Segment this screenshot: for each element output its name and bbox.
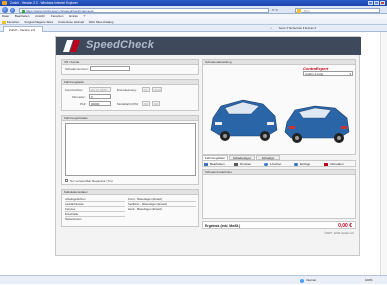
- modelljahr-input-2[interactable]: NA: [152, 101, 160, 106]
- home-icon[interactable]: ⌂: [270, 26, 272, 30]
- kilometer-input[interactable]: 0: [89, 94, 111, 99]
- erstzulassung-year-input[interactable]: 2010: [152, 87, 162, 92]
- tab-label: Zurich - Version 2.0: [9, 28, 36, 32]
- chevron-down-icon: ▾: [349, 72, 351, 76]
- kalk-row: Nebenkosten: [65, 217, 82, 221]
- address-bar[interactable]: https://www.zurichexpert.ch/speedcheck/m…: [19, 7, 269, 13]
- panel-schaden: Fahrzeugschaden Nur verwendbar Reparatur…: [61, 115, 199, 185]
- status-bar: Internet 100%: [0, 275, 387, 284]
- panel-kunde: VN / Kunde Schadennummer:: [61, 59, 199, 75]
- tab-bar: Zurich - Version 2.0 ⌂ Seite ▾ Sicherhei…: [0, 25, 387, 32]
- bing-icon: [297, 9, 301, 13]
- plz-label: PLZ:: [80, 102, 87, 106]
- erstzulassung-month-input[interactable]: 01: [142, 87, 150, 92]
- panel-zusatz: Schadenzusatzinfos: [202, 169, 356, 219]
- bearbeiten-button[interactable]: Bearbeiten: [203, 161, 233, 167]
- drucken-button[interactable]: Drucken: [233, 161, 261, 167]
- einfuege-button[interactable]: Einfüge: [293, 161, 321, 167]
- plz-input[interactable]: 00000: [89, 101, 111, 106]
- navigation-bar: https://www.zurichexpert.ch/speedcheck/m…: [0, 6, 387, 14]
- reparatur-checkbox[interactable]: [65, 179, 68, 182]
- back-button[interactable]: [2, 7, 8, 13]
- speedcheck-page: SpeedCheck VN / Kunde Schadennummer: Fah…: [55, 36, 361, 256]
- einfuege-label: Einfüge: [300, 162, 311, 166]
- maximize-button[interactable]: [374, 1, 379, 5]
- search-placeholder: Bing: [304, 8, 311, 13]
- window-title: Zurich - Version 2.0 - Windows Internet …: [10, 1, 78, 5]
- globe-icon: [300, 278, 304, 283]
- panel-title-zusatz: Schadenzusatzinfos: [203, 170, 355, 175]
- panel-title-schaden: Fahrzeugschaden: [62, 116, 198, 121]
- printer-icon: [234, 162, 238, 166]
- panel-title-kalkulation: Kalkulationsdaten: [62, 190, 198, 195]
- modelljahr-label: Modelljahr(VIN):: [117, 102, 139, 106]
- panel-title-fahrzeug: Fahrzeugdaten: [62, 80, 198, 85]
- favorites-button[interactable]: Favoriten: [7, 20, 20, 24]
- kilometer-label: Kilometer:: [72, 95, 86, 99]
- paste-icon: [294, 162, 298, 166]
- kennzeichen-label: Kennzeichen:: [65, 88, 84, 92]
- abmelden-button[interactable]: Abmelden: [323, 161, 357, 167]
- refresh-stop-buttons[interactable]: ↻ ✕: [272, 8, 292, 13]
- loeschen-label: Löschen: [270, 162, 282, 166]
- abmelden-label: Abmelden: [330, 162, 344, 166]
- menu-item-help[interactable]: ?: [84, 14, 86, 18]
- reparatur-checkbox-label: Nur verwendbar Reparatur (Tm): [70, 179, 113, 183]
- favorite-link-2[interactable]: Kostenlose Hotmail: [58, 20, 84, 24]
- kennzeichen-input[interactable]: ZH 12 3456: [89, 87, 111, 92]
- kalk-left-table: Arbeitsgebühren Lackfarbkosten Karosse E…: [65, 197, 125, 221]
- menu-item-favoriten[interactable]: Favoriten: [51, 14, 64, 18]
- page-scrollbar[interactable]: [380, 32, 387, 275]
- vehicle-type-value: Cabrio 2-türig: [305, 72, 324, 76]
- panel-title-fahrzeugbild: Schadendarstellung: [203, 60, 355, 65]
- menu-item-ansicht[interactable]: Ansicht: [35, 14, 45, 18]
- car-front-view: [210, 99, 278, 141]
- vehicle-damage-diagram[interactable]: [207, 78, 353, 152]
- schadennummer-label: Schadennummer:: [65, 67, 89, 71]
- brand-name: SpeedCheck: [86, 39, 155, 51]
- result-label: Ergebnis (inkl. MwSt.): [205, 224, 241, 228]
- panel-title-kunde: VN / Kunde: [62, 60, 198, 65]
- result-value: 0,00 €: [338, 223, 352, 229]
- address-text: https://www.zurichexpert.ch/speedcheck/m…: [26, 8, 94, 13]
- panel-kalkulation: Kalkulationsdaten Arbeitsgebühren Lackfa…: [61, 189, 199, 227]
- lock-icon: [22, 9, 25, 13]
- schadennummer-input[interactable]: [90, 66, 130, 71]
- bearbeiten-label: Bearbeiten: [210, 162, 225, 166]
- loeschen-button[interactable]: Löschen: [263, 161, 291, 167]
- panel-fahrzeugbild: Schadendarstellung ContraExpert Cabrio 2…: [202, 59, 356, 155]
- kalk-row: Heck - Mieterlagen (Ersatz): [128, 207, 163, 211]
- edit-icon: [204, 162, 208, 166]
- favorite-link-3[interactable]: Web Slice-Katalog: [89, 20, 114, 24]
- erstzulassung-label: Erstzulassung:: [117, 88, 137, 92]
- forward-button[interactable]: [10, 7, 15, 13]
- menu-item-bearbeiten[interactable]: Bearbeiten: [15, 14, 30, 18]
- modelljahr-input-1[interactable]: NA: [142, 101, 150, 106]
- logout-icon: [324, 162, 328, 166]
- close-button[interactable]: [380, 1, 385, 5]
- menu-item-extras[interactable]: Extras: [69, 14, 78, 18]
- search-input[interactable]: Bing: [295, 7, 380, 13]
- browser-tab[interactable]: Zurich - Version 2.0: [3, 26, 43, 32]
- result-row: Ergebnis (inkl. MwSt.) 0,00 €: [202, 221, 356, 229]
- page-footer: ©2007 · ECIS Version 2.0: [324, 232, 354, 235]
- star-icon: [2, 20, 6, 24]
- ie-logo-icon: [2, 1, 7, 5]
- minimize-button[interactable]: [368, 1, 373, 5]
- command-bar[interactable]: ⌂ Seite ▾ Sicherheit ▾ Extras ▾: [250, 25, 387, 32]
- kalk-right-table: Front - Mieterlagen (Ersatz) Seitlicher …: [128, 197, 196, 211]
- command-bar-text[interactable]: Seite ▾ Sicherheit ▾ Extras ▾: [279, 26, 316, 30]
- car-rear-view: [284, 105, 350, 143]
- schaden-textarea[interactable]: [65, 123, 196, 176]
- vehicle-type-select[interactable]: Cabrio 2-türig ▾: [303, 71, 353, 76]
- panel-fahrzeug: Fahrzeugdaten Kennzeichen: ZH 12 3456 Er…: [61, 79, 199, 111]
- brand-bar: SpeedCheck: [56, 37, 361, 55]
- drucken-label: Drucken: [240, 162, 252, 166]
- speedcheck-logo-icon: [63, 40, 80, 52]
- favorite-link-1[interactable]: Vorgeschlagene Sites: [24, 20, 53, 24]
- menu-item-datei[interactable]: Datei: [2, 14, 9, 18]
- action-bar: Bearbeiten Drucken Löschen Einfüge Abmel…: [202, 160, 356, 167]
- delete-icon: [264, 162, 268, 166]
